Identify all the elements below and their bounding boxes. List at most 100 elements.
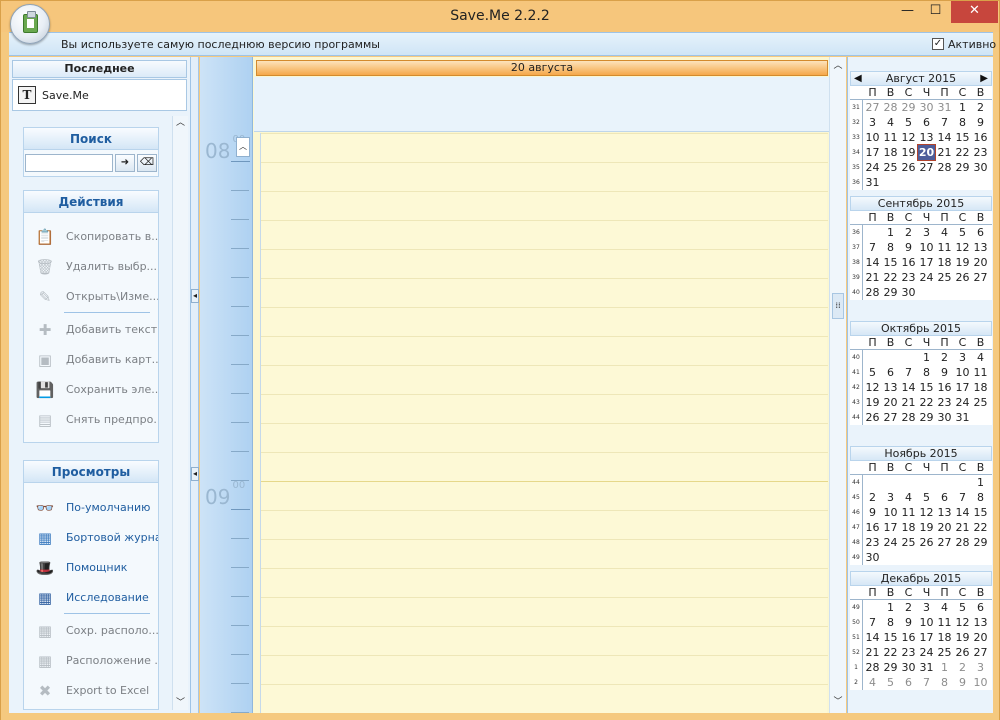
calendar-day[interactable]: 15 bbox=[882, 255, 899, 270]
calendar-day[interactable]: 11 bbox=[900, 505, 917, 520]
clipboard-app-icon[interactable] bbox=[10, 4, 50, 44]
calendar-day[interactable]: 13 bbox=[972, 240, 989, 255]
calendar-day[interactable]: 28 bbox=[864, 660, 881, 675]
calendar-day[interactable]: 21 bbox=[864, 645, 881, 660]
calendar-day[interactable]: 9 bbox=[900, 240, 917, 255]
calendar-day[interactable]: 11 bbox=[882, 130, 899, 145]
calendar-day[interactable]: 17 bbox=[918, 630, 935, 645]
calendar-day[interactable]: 4 bbox=[936, 225, 953, 240]
scroll-down-icon[interactable]: ﹀ bbox=[173, 696, 188, 710]
calendar-day[interactable]: 5 bbox=[918, 490, 935, 505]
panel-splitter[interactable]: ◂ ◂ bbox=[191, 57, 199, 713]
calendar-day[interactable]: 29 bbox=[882, 660, 899, 675]
calendar-day[interactable]: 19 bbox=[954, 255, 971, 270]
calendar-day[interactable]: 18 bbox=[882, 145, 899, 160]
calendar-day[interactable]: 12 bbox=[954, 240, 971, 255]
calendar-day[interactable]: 8 bbox=[936, 675, 953, 690]
calendar-day[interactable]: 22 bbox=[882, 270, 899, 285]
calendar-day[interactable]: 30 bbox=[900, 285, 917, 300]
calendar-day[interactable]: 4 bbox=[864, 675, 881, 690]
calendar-day[interactable]: 26 bbox=[954, 645, 971, 660]
calendar-day[interactable]: 21 bbox=[864, 270, 881, 285]
calendar-day[interactable]: 4 bbox=[882, 115, 899, 130]
calendar-day[interactable]: 17 bbox=[954, 380, 971, 395]
calendar-day[interactable]: 24 bbox=[954, 395, 971, 410]
calendar-day[interactable]: 21 bbox=[954, 520, 971, 535]
calendar-day[interactable]: 11 bbox=[972, 365, 989, 380]
action-remove-preview[interactable]: ▤ Снять предпро... bbox=[34, 408, 158, 432]
calendar-day[interactable]: 26 bbox=[918, 535, 935, 550]
calendar-day[interactable]: 21 bbox=[936, 145, 953, 160]
month-title[interactable]: Декабрь 2015 bbox=[850, 571, 992, 586]
calendar-day[interactable]: 25 bbox=[972, 395, 989, 410]
calendar-day[interactable]: 10 bbox=[918, 615, 935, 630]
calendar-day[interactable]: 9 bbox=[864, 505, 881, 520]
calendar-day[interactable]: 10 bbox=[972, 675, 989, 690]
view-assistant[interactable]: 🎩 Помощник bbox=[34, 556, 158, 580]
view-default[interactable]: 👓 По-умолчанию bbox=[34, 496, 158, 520]
search-go-icon[interactable]: ➜ bbox=[115, 154, 135, 172]
calendar-day[interactable]: 10 bbox=[864, 130, 881, 145]
calendar-day[interactable]: 31 bbox=[918, 660, 935, 675]
calendar-day[interactable]: 22 bbox=[972, 520, 989, 535]
month-title[interactable]: Август 2015 ◀ ▶ bbox=[850, 71, 992, 86]
calendar-day[interactable]: 31 bbox=[864, 175, 881, 190]
calendar-day[interactable]: 8 bbox=[972, 490, 989, 505]
calendar-day[interactable]: 14 bbox=[954, 505, 971, 520]
calendar-day[interactable]: 18 bbox=[900, 520, 917, 535]
calendar-day[interactable]: 26 bbox=[954, 270, 971, 285]
left-panel-scrollbar[interactable]: ︿ ﹀ bbox=[172, 116, 188, 710]
maximize-button[interactable]: ☐ bbox=[922, 1, 949, 23]
scroll-up-arrow-icon[interactable]: ︿ bbox=[236, 137, 250, 157]
calendar-day[interactable]: 27 bbox=[882, 410, 899, 425]
calendar-day[interactable]: 3 bbox=[864, 115, 881, 130]
calendar-day[interactable]: 21 bbox=[900, 395, 917, 410]
calendar-day[interactable]: 7 bbox=[900, 365, 917, 380]
calendar-day[interactable]: 25 bbox=[900, 535, 917, 550]
scroll-up-icon[interactable]: ︿ bbox=[173, 116, 188, 130]
calendar-day[interactable]: 24 bbox=[918, 270, 935, 285]
calendar-day[interactable]: 9 bbox=[954, 675, 971, 690]
collapse-left-icon[interactable]: ◂ bbox=[191, 289, 199, 303]
collapse-left-icon-2[interactable]: ◂ bbox=[191, 467, 199, 481]
calendar-day[interactable]: 1 bbox=[882, 225, 899, 240]
calendar-day[interactable]: 6 bbox=[900, 675, 917, 690]
view-research[interactable]: ▦ Исследование bbox=[34, 586, 158, 610]
calendar-day[interactable]: 1 bbox=[936, 660, 953, 675]
next-month-icon[interactable]: ▶ bbox=[980, 72, 988, 85]
calendar-day[interactable]: 25 bbox=[936, 645, 953, 660]
calendar-day[interactable]: 31 bbox=[954, 410, 971, 425]
all-day-area[interactable] bbox=[254, 77, 829, 132]
calendar-day[interactable]: 29 bbox=[882, 285, 899, 300]
calendar-day[interactable]: 8 bbox=[918, 365, 935, 380]
calendar-day[interactable]: 9 bbox=[936, 365, 953, 380]
calendar-day-today[interactable]: 20 bbox=[917, 144, 936, 161]
calendar-day[interactable]: 7 bbox=[954, 490, 971, 505]
calendar-day[interactable]: 16 bbox=[900, 255, 917, 270]
calendar-day[interactable]: 24 bbox=[918, 645, 935, 660]
action-save-item[interactable]: 💾 Сохранить эле... bbox=[34, 378, 158, 402]
calendar-day[interactable]: 31 bbox=[936, 100, 953, 115]
calendar-day[interactable]: 18 bbox=[936, 630, 953, 645]
calendar-day[interactable]: 13 bbox=[882, 380, 899, 395]
calendar-day[interactable]: 19 bbox=[900, 145, 917, 160]
calendar-day[interactable]: 6 bbox=[972, 600, 989, 615]
scroll-down-icon[interactable]: ﹀ bbox=[830, 695, 846, 709]
calendar-day[interactable]: 27 bbox=[972, 645, 989, 660]
calendar-day[interactable]: 13 bbox=[936, 505, 953, 520]
calendar-day[interactable]: 12 bbox=[918, 505, 935, 520]
calendar-day[interactable]: 9 bbox=[972, 115, 989, 130]
calendar-day[interactable]: 10 bbox=[882, 505, 899, 520]
day-view-scrollbar[interactable]: ︿ ⁞⁞ ﹀ bbox=[829, 57, 846, 713]
calendar-day[interactable]: 5 bbox=[882, 675, 899, 690]
calendar-day[interactable]: 8 bbox=[954, 115, 971, 130]
view-export-excel[interactable]: ✖ Export to Excel bbox=[34, 679, 158, 703]
calendar-day[interactable]: 5 bbox=[954, 600, 971, 615]
calendar-day[interactable]: 6 bbox=[936, 490, 953, 505]
search-clear-icon[interactable]: ⌫ bbox=[137, 154, 157, 172]
calendar-day[interactable]: 30 bbox=[936, 410, 953, 425]
calendar-day[interactable]: 30 bbox=[918, 100, 935, 115]
search-input[interactable] bbox=[25, 154, 113, 172]
calendar-day[interactable]: 15 bbox=[918, 380, 935, 395]
calendar-day[interactable]: 29 bbox=[900, 100, 917, 115]
